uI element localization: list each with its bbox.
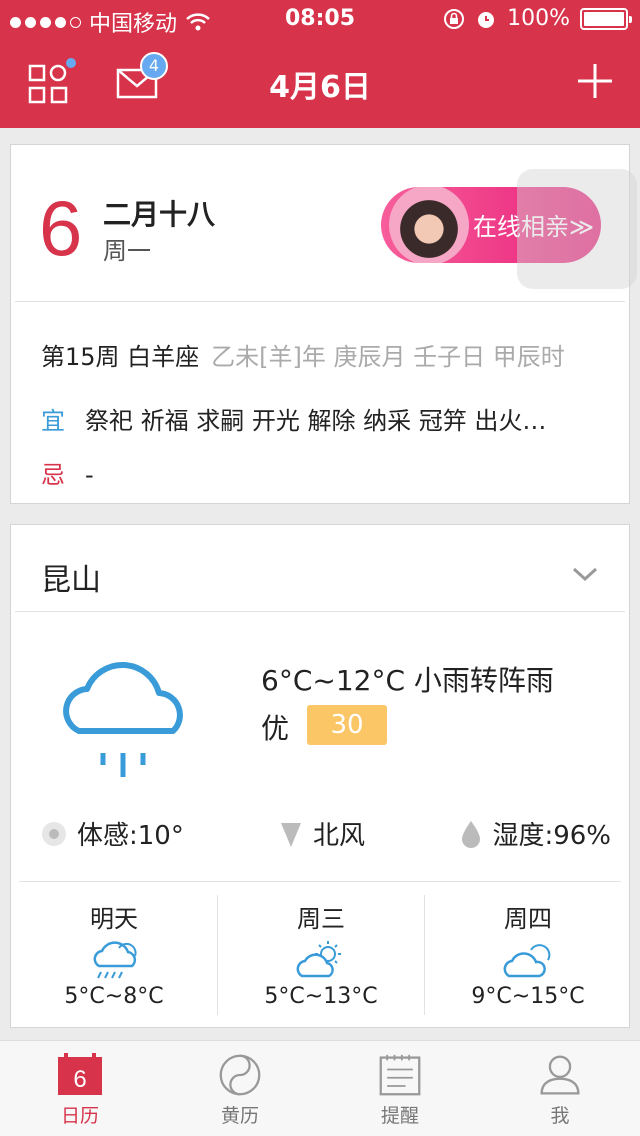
yi-row[interactable]: 宜祭祀 祈福 求嗣 开光 解除 纳采 冠笄 出火… <box>41 401 546 436</box>
battery-percent: 100% <box>507 6 570 31</box>
tab-label: 提醒 <box>380 1105 419 1127</box>
user-profile-icon <box>540 1055 580 1095</box>
lunar-date: 二月十八 <box>103 198 216 231</box>
forecast-temp: 9°C~15°C <box>471 984 585 1009</box>
rain-cloud-icon <box>63 661 183 777</box>
week-zodiac: 第15周 白羊座 <box>41 343 200 371</box>
tab-calendar[interactable]: 6 日历 <box>0 1041 160 1136</box>
humidity-drop-icon <box>462 820 481 848</box>
weekday-label: 周一 <box>103 237 151 265</box>
ganzhi-text: 乙未[羊]年 庚辰月 壬子日 甲辰时 <box>211 343 565 371</box>
air-quality-label: 优 <box>261 712 290 745</box>
wind: 北风 <box>279 815 365 852</box>
humidity-text: 湿度:96% <box>492 821 611 851</box>
city-name[interactable]: 昆山 <box>41 555 101 599</box>
yin-yang-icon <box>219 1054 261 1096</box>
tab-reminder[interactable]: 提醒 <box>320 1041 480 1136</box>
nav-bar: 4 4月6日 <box>0 40 640 128</box>
battery-icon <box>580 7 632 30</box>
day-number: 6 <box>39 184 83 272</box>
ad-portrait-image <box>389 187 469 263</box>
sun-cloud-icon <box>296 941 341 978</box>
assistive-touch-button[interactable] <box>517 169 637 289</box>
tab-almanac[interactable]: 黄历 <box>160 1041 320 1136</box>
app-header: 中国移动 08:05 100% 4 4月6日 <box>0 0 640 128</box>
feels-like: 体感:10° <box>41 815 184 852</box>
tab-bar: 6 日历 黄历 提醒 我 <box>0 1040 640 1136</box>
wind-direction-icon <box>281 822 301 847</box>
air-quality-badge: 30 <box>307 705 387 745</box>
rotation-lock-icon <box>444 8 465 29</box>
humidity: 湿度:96% <box>460 815 611 852</box>
cloud-rain-icon <box>93 941 137 979</box>
ji-text: - <box>85 461 94 489</box>
chevron-down-icon[interactable] <box>571 565 599 583</box>
yi-label: 宜 <box>41 407 65 435</box>
cloud-icon <box>503 944 551 978</box>
calendar-day-icon: 6 <box>58 1053 102 1095</box>
tab-label: 黄历 <box>220 1105 259 1127</box>
tab-label: 日历 <box>60 1105 99 1127</box>
status-right: 100% <box>443 6 632 31</box>
page-title[interactable]: 4月6日 <box>0 62 640 106</box>
plus-icon[interactable] <box>576 62 614 100</box>
forecast-temp: 5°C~13°C <box>264 984 378 1009</box>
forecast-temp: 5°C~8°C <box>64 984 164 1009</box>
ji-row[interactable]: 忌- <box>41 455 94 490</box>
temperature-range: 6°C~12°C 小雨转阵雨 <box>261 664 554 697</box>
forecast-day: 周四 <box>504 905 552 933</box>
tab-label: 我 <box>550 1105 570 1127</box>
divider <box>19 881 621 882</box>
feels-like-text: 体感:10° <box>77 821 184 851</box>
yi-text: 祭祀 祈福 求嗣 开光 解除 纳采 冠笄 出火… <box>85 407 547 435</box>
forecast-item[interactable]: 周三 5°C~13°C <box>217 895 424 1015</box>
divider <box>15 301 625 302</box>
calendar-icon-day: 6 <box>73 1066 86 1093</box>
notepad-icon <box>379 1054 421 1096</box>
feels-like-icon <box>42 821 66 846</box>
forecast-item[interactable]: 明天 5°C~8°C <box>11 895 217 1015</box>
forecast-row: 明天 5°C~8°C 周三 5°C~13°C 周四 9°C~15°C <box>11 895 631 1015</box>
ji-label: 忌 <box>41 461 65 489</box>
forecast-day: 明天 <box>90 905 138 933</box>
alarm-icon <box>478 11 495 28</box>
divider <box>15 611 625 612</box>
forecast-day: 周三 <box>297 905 345 933</box>
forecast-item[interactable]: 周四 9°C~15°C <box>424 895 631 1015</box>
date-card: 6 二月十八 周一 在线相亲≫ 第15周 白羊座 乙未[羊]年 庚辰月 壬子日 甲… <box>10 144 637 504</box>
tab-me[interactable]: 我 <box>480 1041 640 1136</box>
wind-text: 北风 <box>313 821 366 851</box>
week-info-row: 第15周 白羊座 乙未[羊]年 庚辰月 壬子日 甲辰时 <box>41 337 565 372</box>
weather-card: 昆山 6°C~12°C 小雨转阵雨 优 30 体感:10° 北风 湿度:96% … <box>10 524 630 1028</box>
status-bar: 中国移动 08:05 100% <box>0 0 640 40</box>
